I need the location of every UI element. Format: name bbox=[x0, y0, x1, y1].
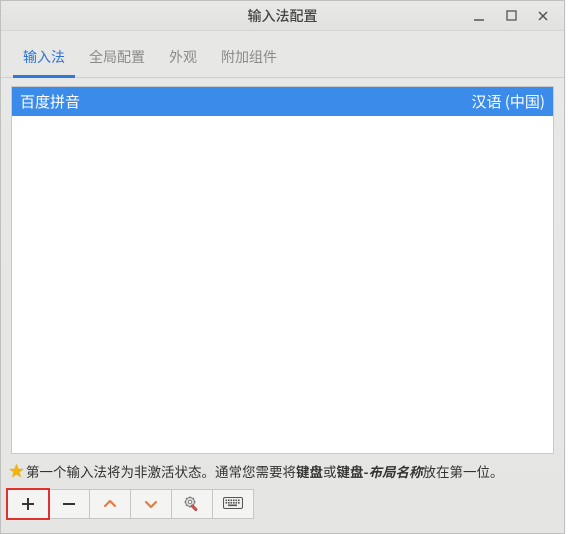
chevron-up-icon bbox=[102, 496, 118, 512]
move-down-button[interactable] bbox=[130, 489, 172, 519]
minimize-button[interactable] bbox=[470, 7, 488, 25]
config-window: 输入法配置 输入法 全局配置 外观 附加组件 百度拼音 汉语 (中国) ★ 第一… bbox=[0, 0, 565, 534]
hint-post: 放在第一位。 bbox=[423, 461, 504, 481]
remove-button[interactable] bbox=[48, 489, 90, 519]
im-name: 百度拼音 bbox=[20, 91, 80, 112]
im-lang: 汉语 (中国) bbox=[471, 91, 545, 112]
tab-bar: 输入法 全局配置 外观 附加组件 bbox=[1, 31, 564, 78]
tab-appearance[interactable]: 外观 bbox=[159, 41, 207, 78]
close-button[interactable] bbox=[534, 7, 552, 25]
configure-button[interactable] bbox=[171, 489, 213, 519]
hint-text: ★ 第一个输入法将为非激活状态。通常您需要将 键盘 或 键盘 - 布局名称 放在… bbox=[1, 454, 564, 485]
titlebar: 输入法配置 bbox=[1, 1, 564, 31]
hint-mid: 或 bbox=[323, 461, 337, 481]
tab-addons[interactable]: 附加组件 bbox=[211, 41, 287, 78]
plus-icon bbox=[20, 496, 36, 512]
input-method-list[interactable]: 百度拼音 汉语 (中国) bbox=[11, 86, 554, 454]
keyboard-layout-button[interactable] bbox=[212, 489, 254, 519]
minus-icon bbox=[61, 496, 77, 512]
hint-italic: 布局名称 bbox=[369, 461, 423, 481]
list-item[interactable]: 百度拼音 汉语 (中国) bbox=[12, 87, 553, 116]
gear-wrench-icon bbox=[183, 495, 201, 513]
chevron-down-icon bbox=[143, 496, 159, 512]
window-title: 输入法配置 bbox=[248, 6, 318, 26]
add-button[interactable] bbox=[7, 489, 49, 519]
maximize-button[interactable] bbox=[502, 7, 520, 25]
window-buttons bbox=[470, 1, 558, 30]
tab-input-method[interactable]: 输入法 bbox=[13, 41, 75, 78]
toolbar bbox=[1, 485, 564, 527]
keyboard-icon bbox=[223, 497, 243, 511]
star-icon: ★ bbox=[9, 460, 24, 481]
move-up-button[interactable] bbox=[89, 489, 131, 519]
tab-global-config[interactable]: 全局配置 bbox=[79, 41, 155, 78]
hint-bold2: 键盘 bbox=[337, 461, 364, 481]
hint-bold1: 键盘 bbox=[296, 461, 323, 481]
hint-pre: 第一个输入法将为非激活状态。通常您需要将 bbox=[26, 461, 296, 481]
